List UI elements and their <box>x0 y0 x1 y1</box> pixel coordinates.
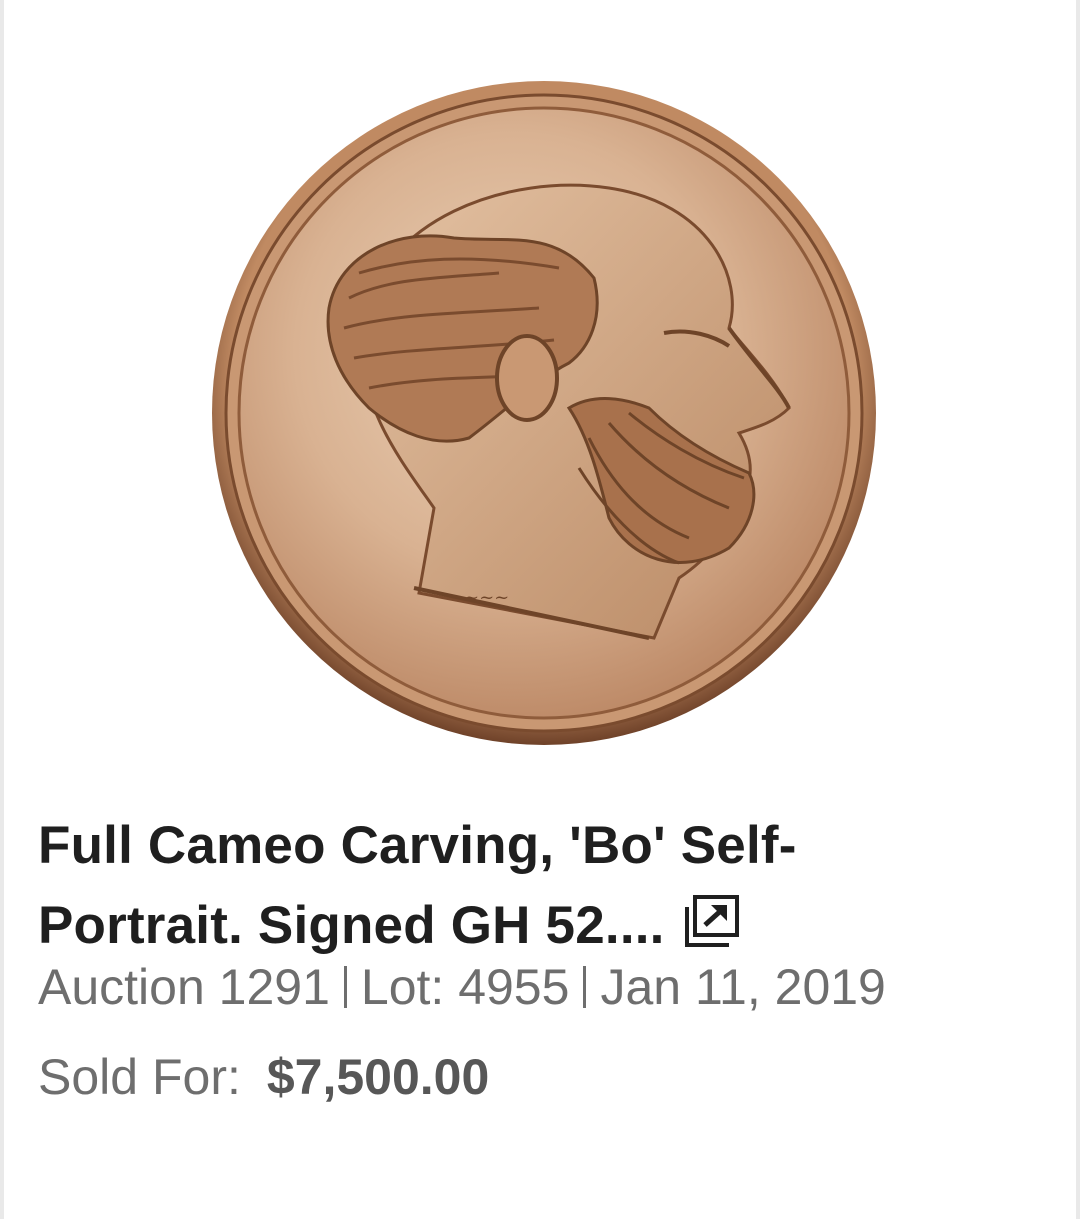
coin-image: ~~~ <box>212 81 876 745</box>
lot-number: Lot: 4955 <box>360 959 570 1015</box>
lot-image[interactable]: ~~~ <box>209 78 879 748</box>
auction-date: Jan 11, 2019 <box>600 959 886 1015</box>
divider <box>583 966 587 1008</box>
open-in-new-window-icon[interactable] <box>683 890 741 947</box>
lot-title: Full Cameo Carving, 'Bo' Self-Portrait. … <box>38 806 898 966</box>
lot-card: ~~~ Full Cameo Carving, 'Bo' Self-Portra… <box>4 0 1076 1219</box>
auction-number: Auction 1291 <box>38 959 330 1015</box>
sold-label: Sold For: <box>38 1049 241 1105</box>
signature-mark: ~~~ <box>464 587 509 608</box>
sold-price: $7,500.00 <box>266 1049 490 1105</box>
sold-row: Sold For: $7,500.00 <box>38 1042 489 1112</box>
lot-meta: Auction 1291 Lot: 4955 Jan 11, 2019 <box>38 952 886 1022</box>
divider <box>343 966 347 1008</box>
